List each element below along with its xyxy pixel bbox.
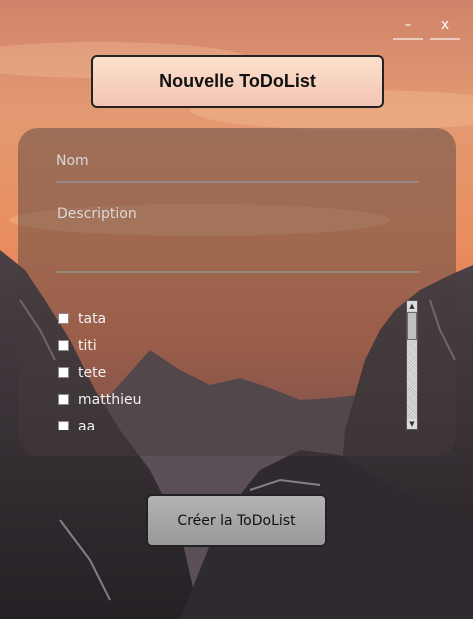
user-label: tata [78,310,107,327]
user-list-item[interactable]: titi [56,332,396,359]
user-label: tete [78,364,107,381]
user-list-item[interactable]: matthieu [56,386,396,413]
user-checkbox-list: tata titi tete matthieu aa [56,305,396,430]
user-label: matthieu [78,391,142,408]
name-field-underline [56,181,419,183]
checkbox[interactable] [58,394,69,405]
description-field-underline [56,271,419,273]
checkbox[interactable] [58,340,69,351]
user-list-item[interactable]: tete [56,359,396,386]
close-button[interactable]: x [430,14,460,40]
create-todolist-button[interactable]: Créer la ToDoList [146,494,327,547]
user-label: aa [78,418,96,431]
checkbox[interactable] [58,421,69,430]
description-field[interactable]: Description [57,206,137,222]
scroll-up-icon[interactable]: ▲ [407,301,417,311]
checkbox[interactable] [58,313,69,324]
minimize-button[interactable]: – [393,14,423,40]
scrollbar-thumb[interactable] [407,312,417,340]
list-scrollbar[interactable]: ▲ ▼ [406,300,418,430]
scroll-down-icon[interactable]: ▼ [407,419,417,429]
user-label: titi [78,337,97,354]
user-list-item[interactable]: tata [56,305,396,332]
name-field[interactable]: Nom [56,153,89,169]
user-list-item[interactable]: aa [56,413,396,430]
title-button[interactable]: Nouvelle ToDoList [91,55,384,108]
checkbox[interactable] [58,367,69,378]
